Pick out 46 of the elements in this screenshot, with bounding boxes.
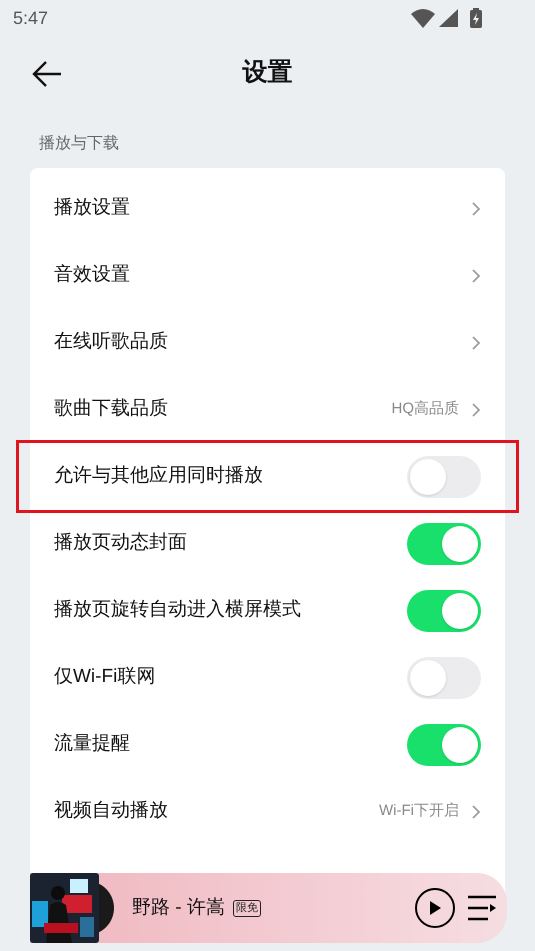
mini-player[interactable]: 野路 - 许嵩 限免 [30, 873, 507, 943]
setting-label: 播放页动态封面 [54, 531, 187, 556]
setting-row[interactable]: 播放页旋转自动进入横屏模式 [30, 577, 505, 644]
battery-charging-icon [470, 8, 482, 28]
setting-label: 流量提醒 [54, 732, 130, 756]
chevron-right-icon [471, 200, 481, 216]
setting-label: 播放设置 [54, 196, 130, 220]
signal-icon [439, 9, 458, 27]
toggle-switch[interactable] [407, 656, 481, 698]
playlist-icon [467, 895, 497, 921]
setting-value: Wi-Fi下开启 [379, 801, 459, 822]
setting-value: HQ高品质 [392, 399, 459, 420]
toggle-switch[interactable] [407, 522, 481, 564]
setting-row[interactable]: 在线听歌品质 [30, 309, 505, 376]
setting-row[interactable]: 视频自动播放 Wi-Fi下开启 [30, 778, 505, 845]
chevron-right-icon [471, 402, 481, 418]
setting-row[interactable]: 音效设置 [30, 242, 505, 309]
toggle-switch[interactable] [407, 724, 481, 766]
playlist-button[interactable] [467, 895, 497, 921]
toggle-switch[interactable] [407, 456, 481, 498]
setting-row[interactable]: 仅Wi-Fi联网 [30, 644, 505, 711]
setting-label: 允许与其他应用同时播放 [54, 464, 263, 488]
page-title: 设置 [242, 57, 292, 88]
toggle-switch[interactable] [407, 590, 481, 632]
chevron-right-icon [471, 334, 481, 350]
play-button[interactable] [415, 888, 455, 928]
back-arrow-icon [32, 60, 62, 88]
setting-row[interactable]: 播放页动态封面 [30, 510, 505, 577]
setting-label: 音效设置 [54, 263, 130, 288]
status-time: 5:47 [13, 6, 48, 30]
chevron-right-icon [471, 268, 481, 284]
section-title: 播放与下载 [39, 135, 119, 152]
back-button[interactable] [32, 60, 62, 88]
wifi-icon [411, 8, 435, 28]
setting-row[interactable]: 播放设置 [30, 175, 505, 242]
setting-label: 歌曲下载品质 [54, 397, 168, 422]
chevron-right-icon [471, 804, 481, 820]
setting-label: 仅Wi-Fi联网 [54, 665, 156, 690]
setting-label: 视频自动播放 [54, 799, 168, 824]
song-title: 野路 - 许嵩 [132, 896, 225, 920]
free-tag: 限免 [232, 900, 261, 916]
setting-label: 在线听歌品质 [54, 330, 168, 354]
setting-label: 播放页旋转自动进入横屏模式 [54, 598, 301, 622]
setting-row[interactable]: 流量提醒 [30, 711, 505, 778]
play-icon [428, 900, 442, 916]
setting-row[interactable]: 歌曲下载品质 HQ高品质 [30, 376, 505, 443]
